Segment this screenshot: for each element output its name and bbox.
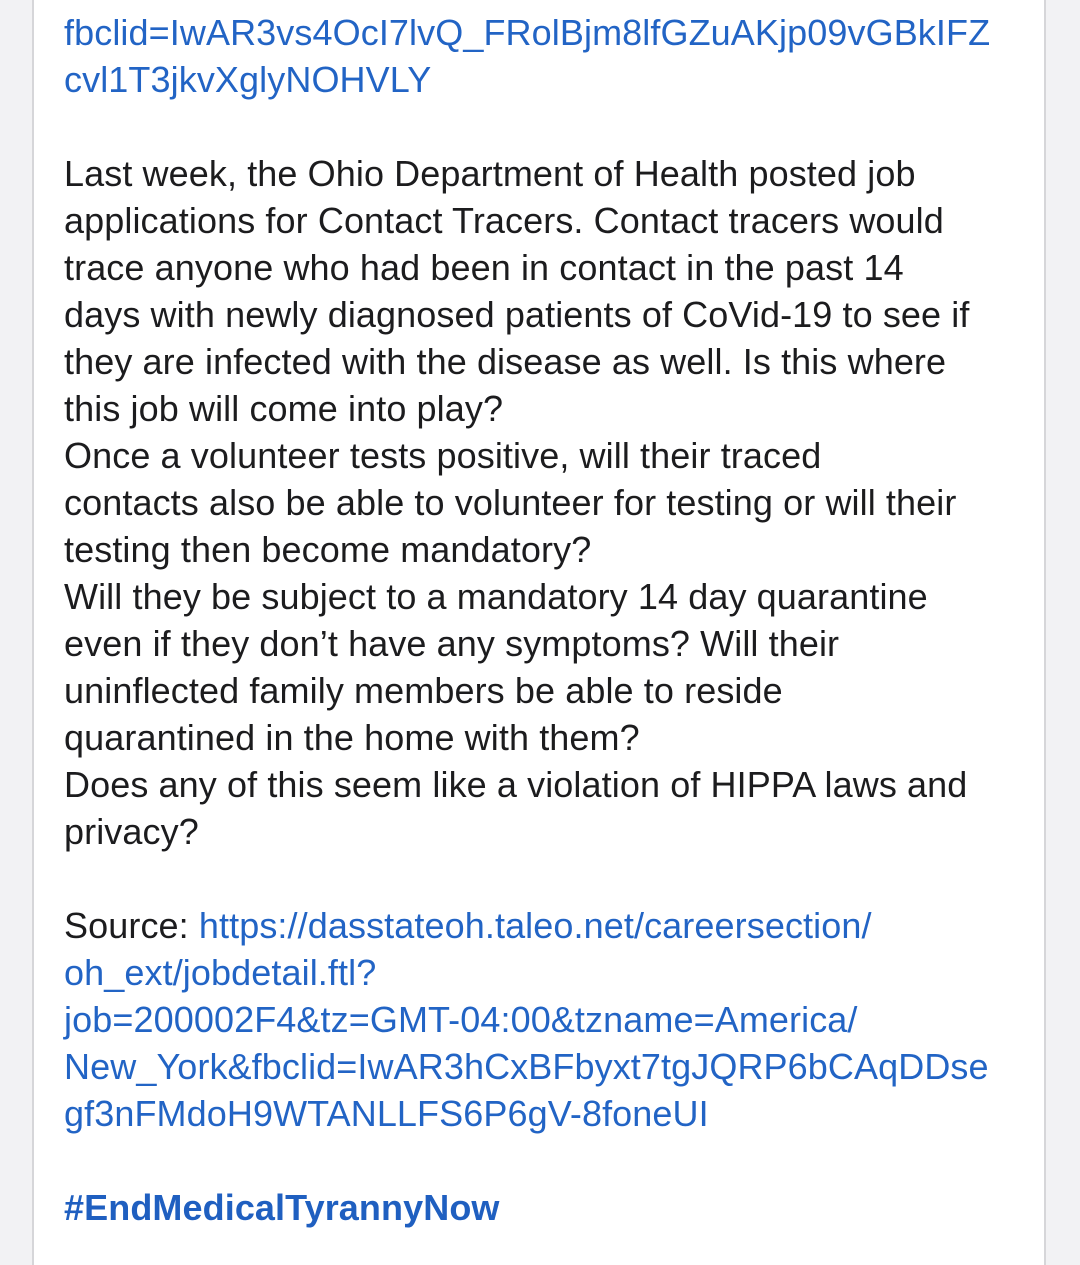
paragraph-line: contacts also be able to volunteer for t… [64, 482, 957, 523]
paragraph-line: trace anyone who had been in contact in … [64, 247, 904, 288]
paragraph-line: days with newly diagnosed patients of Co… [64, 294, 970, 335]
top-link-line-2[interactable]: fbclid=IwAR3vs4OcI7lvQ_FRolBjm8lfGZuAKjp… [64, 9, 1024, 56]
source-link-line-5[interactable]: gf3nFMdoH9WTANLLFS6P6gV-8foneUI [64, 1090, 1024, 1137]
paragraph-line: quarantined in the home with them? [64, 717, 640, 758]
hashtag-link[interactable]: #EndMedicalTyrannyNow [64, 1184, 1024, 1231]
paragraph-line: applications for Contact Tracers. Contac… [64, 200, 944, 241]
source-link-line-4[interactable]: New_York&fbclid=IwAR3hCxBFbyxt7tgJQRP6bC… [64, 1043, 1024, 1090]
source-link-line-1[interactable]: https://dasstateoh.taleo.net/careersecti… [199, 905, 872, 946]
source-link-line-2[interactable]: oh_ext/jobdetail.ftl? [64, 949, 1024, 996]
paragraph-line: Last week, the Ohio Department of Health… [64, 153, 916, 194]
paragraph-line: Once a volunteer tests positive, will th… [64, 435, 822, 476]
source-label: Source: [64, 905, 199, 946]
post-body: covid-19-antibodies/? fbclid=IwAR3vs4OcI… [64, 0, 1024, 1231]
source-line: Source: https://dasstateoh.taleo.net/car… [64, 902, 1024, 949]
top-link-line-1[interactable]: covid-19-antibodies/? [64, 0, 1024, 9]
top-link-line-3[interactable]: cvl1T3jkvXglyNOHVLY [64, 56, 1024, 103]
paragraph-line: privacy? [64, 811, 199, 852]
post-card: covid-19-antibodies/? fbclid=IwAR3vs4OcI… [32, 0, 1046, 1265]
paragraph-line: Will they be subject to a mandatory 14 d… [64, 576, 928, 617]
paragraph-line: Does any of this seem like a violation o… [64, 764, 968, 805]
paragraph-line: even if they don’t have any symptoms? Wi… [64, 623, 840, 664]
paragraph-line: testing then become mandatory? [64, 529, 592, 570]
paragraph-line: they are infected with the disease as we… [64, 341, 947, 382]
source-link-line-3[interactable]: job=200002F4&tz=GMT-04:00&tzname=America… [64, 996, 1024, 1043]
paragraph-line: this job will come into play? [64, 388, 504, 429]
paragraph-line: uninflected family members be able to re… [64, 670, 783, 711]
